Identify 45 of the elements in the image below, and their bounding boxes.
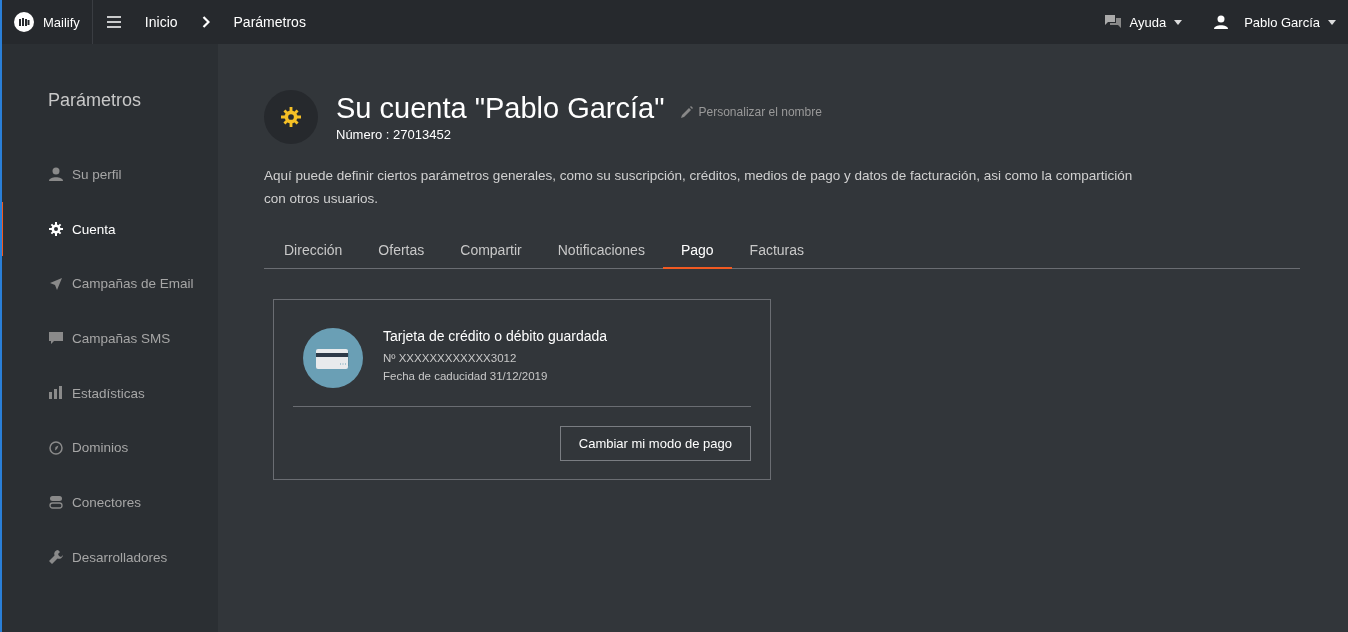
change-payment-button[interactable]: Cambiar mi modo de pago [559, 426, 751, 461]
sidebar-item[interactable]: Cuenta [2, 201, 218, 257]
sidebar-item[interactable]: Estadísticas [2, 365, 218, 421]
sidebar-item[interactable]: Conectores [2, 475, 218, 530]
pencil-icon [680, 105, 693, 118]
tab[interactable]: Pago [662, 234, 732, 269]
sidebar-item[interactable]: Desarrolladores [2, 529, 218, 585]
card-number: Nº XXXXXXXXXXXX3012 [383, 352, 518, 364]
tab[interactable]: Compartir [442, 234, 540, 269]
description: Aquí puede definir ciertos parámetros generales, como su suscripción, créditos, medios de pago y datos de facturación, asi como la compartición con otros usuarios. [264, 167, 1134, 208]
chevron-right-icon [201, 16, 210, 28]
account-number: Número : 27013452 [336, 127, 452, 142]
card-title: Tarjeta de crédito o débito guardada [383, 328, 608, 344]
compass-icon [49, 440, 63, 455]
credit-card-icon [303, 328, 363, 388]
bar-chart-icon [49, 386, 63, 401]
person-icon [1214, 15, 1229, 29]
sidebar-title: Parámetros [48, 90, 143, 111]
caret-icon [1328, 19, 1336, 25]
tab[interactable]: Facturas [731, 234, 823, 269]
user-menu[interactable]: Pablo García [1214, 14, 1336, 30]
sidebar-item[interactable]: Campañas SMS [2, 311, 218, 366]
tab[interactable]: Ofertas [360, 234, 443, 269]
wrench-icon [49, 550, 63, 565]
rename-link[interactable]: Personalizar el nombre [680, 104, 822, 119]
breadcrumb-current: Parámetros [233, 14, 306, 30]
logo-icon [14, 12, 34, 32]
card-expiry: Fecha de caducidad 31/12/2019 [383, 370, 549, 382]
tab[interactable]: Notificaciones [539, 234, 663, 269]
help-menu[interactable]: Ayuda [1105, 14, 1183, 30]
paper-plane-icon [49, 276, 63, 291]
sidebar-item[interactable]: Su perfil [2, 147, 218, 202]
brand-name: Mailify [43, 14, 80, 30]
sidebar-item[interactable]: Campañas de Email [2, 256, 218, 312]
account-title: Su cuenta "Pablo García" [336, 92, 665, 125]
caret-icon [1174, 19, 1183, 25]
sidebar-item[interactable]: Dominios [2, 420, 218, 476]
chat-bubble-icon [49, 331, 63, 346]
breadcrumb-link[interactable]: Inicio [144, 14, 178, 30]
gear-icon [49, 222, 63, 237]
menu-icon[interactable] [106, 16, 121, 28]
chat-bubbles-icon [1105, 15, 1122, 29]
person-icon [49, 167, 63, 182]
tab[interactable]: Dirección [266, 234, 361, 269]
toggle-icon [49, 495, 63, 510]
